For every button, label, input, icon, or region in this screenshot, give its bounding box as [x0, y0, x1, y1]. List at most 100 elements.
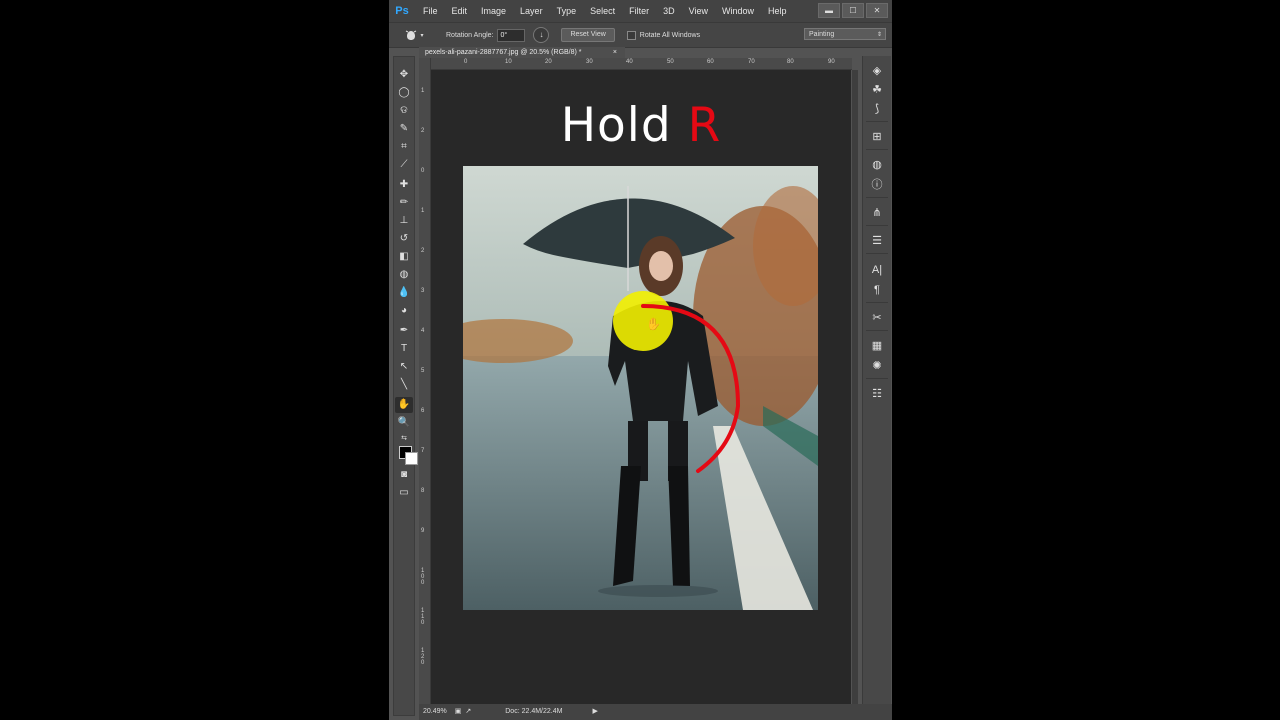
- swap-colors-icon[interactable]: ⇆: [395, 431, 413, 447]
- menu-file[interactable]: File: [416, 6, 445, 16]
- ruler-label: 40: [626, 59, 633, 65]
- share-icon[interactable]: ↗: [465, 705, 471, 719]
- ruler-label: 2: [421, 128, 425, 134]
- swatches-panel-icon[interactable]: ▦: [867, 337, 887, 355]
- workspace-select[interactable]: Painting ⇕: [804, 28, 886, 40]
- ruler-label: 5: [421, 368, 425, 374]
- menu-filter[interactable]: Filter: [622, 6, 656, 16]
- adjustments-panel-icon[interactable]: ✺: [867, 357, 887, 375]
- ruler-origin[interactable]: [419, 58, 430, 69]
- rotate-view-tool-icon[interactable]: ✋: [395, 397, 413, 413]
- history-panel-icon[interactable]: ⊞: [867, 128, 887, 146]
- menu-layer[interactable]: Layer: [513, 6, 550, 16]
- rotate-all-windows-label: Rotate All Windows: [639, 31, 701, 39]
- horizontal-ruler[interactable]: 0 10 20 30 40 50 60 70 80 90: [430, 58, 852, 70]
- type-tool-icon[interactable]: T: [395, 341, 413, 357]
- menu-select[interactable]: Select: [583, 6, 622, 16]
- channels-panel-icon[interactable]: ☘: [867, 81, 887, 99]
- tools-panel: ✥ ◯ ଡ ✎ ⌗ ⟋ ✚ ✏ ⊥ ↺ ◧ ◍ 💧 ◕ ✒ T ↖ ╲ ✋ 🔍 …: [393, 56, 418, 716]
- info-panel-icon[interactable]: ⓘ: [867, 176, 887, 194]
- line-tool-icon[interactable]: ╲: [395, 377, 413, 393]
- brush-tool-icon[interactable]: ✏: [395, 195, 413, 211]
- eyedropper-tool-icon[interactable]: ⟋: [395, 157, 413, 173]
- ruler-label: 10: [505, 59, 512, 65]
- eraser-tool-icon[interactable]: ◧: [395, 249, 413, 265]
- layers-panel-icon[interactable]: ◈: [867, 62, 887, 80]
- dock-separator: [866, 225, 888, 226]
- ruler-label: 2: [421, 248, 425, 254]
- ruler-label: 4: [421, 328, 425, 334]
- ruler-label: 20: [545, 59, 552, 65]
- reset-view-button[interactable]: Reset View: [561, 28, 615, 42]
- vertical-ruler[interactable]: 1 2 0 1 2 3 4 5 6 7 8 9 100 110 120: [419, 58, 431, 704]
- color-panel-icon[interactable]: ◍: [867, 156, 887, 174]
- menu-help[interactable]: Help: [761, 6, 794, 16]
- ruler-label: 6: [421, 408, 425, 414]
- brush-panel-icon[interactable]: ⋔: [867, 204, 887, 222]
- screen-mode-icon[interactable]: ▭: [395, 485, 413, 501]
- close-button[interactable]: ✕: [866, 3, 888, 18]
- ruler-label: 7: [421, 448, 425, 454]
- proof-icon[interactable]: ▣: [455, 705, 462, 719]
- tool-preset-chevron-icon[interactable]: ▾: [420, 32, 423, 39]
- zoom-tool-icon[interactable]: 🔍: [395, 415, 413, 431]
- quick-mask-icon[interactable]: ◙: [395, 467, 413, 483]
- photoshop-logo: Ps: [395, 5, 409, 17]
- document-canvas[interactable]: Hold R ✋: [431, 70, 851, 704]
- path-selection-tool-icon[interactable]: ↖: [395, 359, 413, 375]
- rotation-dial-icon[interactable]: ↓: [533, 27, 550, 43]
- paths-panel-icon[interactable]: ⟆: [867, 100, 887, 118]
- crop-tool-icon[interactable]: ⌗: [395, 139, 413, 155]
- window-controls: ▬ ☐ ✕: [818, 3, 888, 18]
- dodge-tool-icon[interactable]: ◕: [395, 303, 413, 319]
- ruler-label: 70: [748, 59, 755, 65]
- dock-separator: [866, 253, 888, 254]
- status-bar: 20.49% ▣ ↗ Doc: 22.4M/22.4M ▶: [419, 704, 892, 720]
- ruler-label: 8: [421, 488, 425, 494]
- elliptical-marquee-tool-icon[interactable]: ◯: [395, 85, 413, 101]
- svg-text:✋: ✋: [646, 317, 661, 331]
- blur-tool-icon[interactable]: 💧: [395, 285, 413, 301]
- dock-separator: [866, 378, 888, 379]
- paint-bucket-tool-icon[interactable]: ◍: [395, 267, 413, 283]
- rotate-all-windows-checkbox[interactable]: [626, 30, 636, 40]
- close-document-icon[interactable]: ×: [613, 47, 617, 58]
- ruler-label: 0: [464, 59, 468, 65]
- menu-type[interactable]: Type: [550, 6, 584, 16]
- tool-presets-panel-icon[interactable]: ✂: [867, 309, 887, 327]
- rotate-view-tool-icon[interactable]: ▾: [402, 27, 426, 43]
- rotation-angle-input[interactable]: 0°: [497, 28, 526, 42]
- vertical-scrollbar[interactable]: [852, 70, 858, 704]
- menu-edit[interactable]: Edit: [445, 6, 475, 16]
- maximize-button[interactable]: ☐: [842, 3, 864, 18]
- quick-selection-tool-icon[interactable]: ✎: [395, 121, 413, 137]
- options-bar: ▾ Rotation Angle: 0° ↓ Reset View Rotate…: [389, 22, 892, 48]
- properties-panel-icon[interactable]: ☷: [867, 385, 887, 403]
- lasso-tool-icon[interactable]: ଡ: [395, 103, 413, 119]
- menu-3d[interactable]: 3D: [656, 6, 682, 16]
- ruler-label: 100: [421, 568, 425, 586]
- healing-brush-tool-icon[interactable]: ✚: [395, 177, 413, 193]
- photo-illustration: ✋: [463, 166, 818, 610]
- background-color-swatch[interactable]: [405, 452, 418, 465]
- minimize-button[interactable]: ▬: [818, 3, 840, 18]
- panel-dock: ◈ ☘ ⟆ ⊞ ◍ ⓘ ⋔ ☰ A| ¶ ✂ ▦ ✺ ☷: [862, 56, 891, 716]
- clone-source-panel-icon[interactable]: ☰: [867, 232, 887, 250]
- caption-accent-key: R: [687, 98, 722, 153]
- history-brush-tool-icon[interactable]: ↺: [395, 231, 413, 247]
- move-tool-icon[interactable]: ✥: [395, 67, 413, 83]
- pen-tool-icon[interactable]: ✒: [395, 323, 413, 339]
- character-panel-icon[interactable]: A|: [867, 261, 887, 279]
- clone-stamp-tool-icon[interactable]: ⊥: [395, 213, 413, 229]
- zoom-level[interactable]: 20.49%: [423, 705, 447, 719]
- status-menu-arrow-icon[interactable]: ▶: [592, 705, 597, 719]
- dock-separator: [866, 302, 888, 303]
- ruler-label: 120: [421, 648, 425, 666]
- menu-window[interactable]: Window: [715, 6, 761, 16]
- ruler-label: 50: [667, 59, 674, 65]
- menu-view[interactable]: View: [682, 6, 715, 16]
- workspace-chevron-icon: ⇕: [876, 32, 882, 38]
- document-tab[interactable]: pexels-ali-pazani-2887767.jpg @ 20.5% (R…: [419, 47, 625, 58]
- menu-image[interactable]: Image: [474, 6, 513, 16]
- paragraph-panel-icon[interactable]: ¶: [867, 281, 887, 299]
